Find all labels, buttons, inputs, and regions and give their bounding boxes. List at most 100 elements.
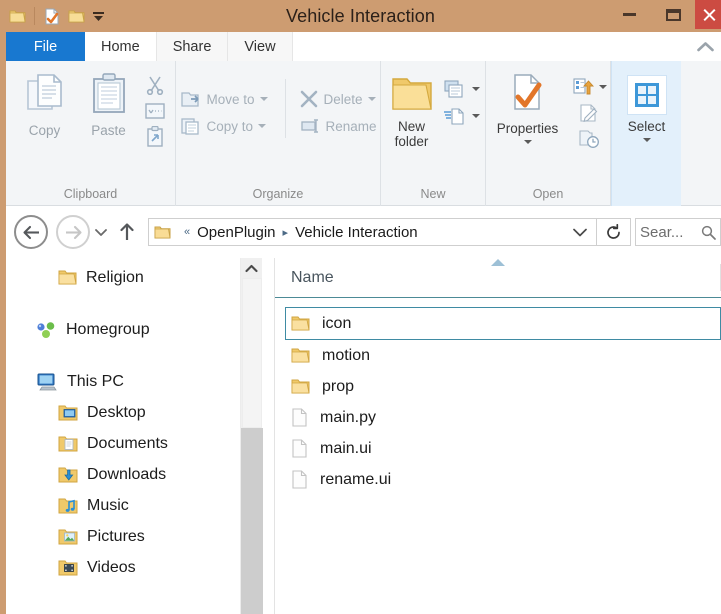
navigation-pane: Religion Homegroup This PC Desktop Docum… [6,258,240,614]
sidebar-item-downloads[interactable]: Downloads [6,459,240,490]
scrollbar-track[interactable] [241,428,263,614]
column-header-row: Name [275,258,721,298]
edit-button[interactable] [575,101,603,125]
properties-label: Properties [496,121,559,136]
paste-button[interactable]: Paste [77,67,141,138]
select-chevron-down-icon[interactable] [642,138,651,142]
scrollbar-up-arrow-icon[interactable] [241,258,262,278]
file-icon [291,470,308,489]
qat-customize-chevron-down-icon[interactable] [89,4,107,28]
ribbon-group-organize-title: Organize [252,187,304,201]
copy-to-button[interactable]: Copy to [177,114,285,138]
maximize-button[interactable] [651,0,695,29]
copy-button-label: Copy [28,123,61,138]
forward-button[interactable] [56,215,90,249]
table-row[interactable]: motion [275,340,721,371]
open-button[interactable] [569,75,610,99]
copy-path-button[interactable] [141,99,169,123]
tab-home[interactable]: Home [85,32,157,61]
delete-button[interactable]: Delete [296,87,380,111]
downloads-folder-icon [58,466,78,484]
cut-button[interactable] [142,73,168,97]
rename-button[interactable]: Rename [296,114,380,138]
refresh-button[interactable] [596,219,630,245]
search-input[interactable]: Sear... [635,218,721,246]
delete-chevron-down-icon[interactable] [367,97,376,101]
folder-icon [291,378,310,395]
sidebar-item-videos[interactable]: Videos [6,552,240,583]
sidebar-item-this-pc[interactable]: This PC [6,366,240,397]
sidebar-item-religion[interactable]: Religion [6,262,240,293]
table-row[interactable]: icon [285,307,721,340]
easy-access-chevron-down-icon[interactable] [471,114,480,118]
clipboard-small-commands [141,67,169,149]
sidebar-item-homegroup[interactable]: Homegroup [6,314,240,345]
sidebar-item-pictures-label: Pictures [87,527,145,545]
sidebar-item-documents[interactable]: Documents [6,428,240,459]
breadcrumb-overflow[interactable]: « [184,226,190,238]
table-row[interactable]: main.py [275,402,721,433]
collapse-ribbon-chevron-up-icon[interactable] [689,32,721,61]
tab-view[interactable]: View [228,32,293,61]
properties-button[interactable]: Properties [487,67,569,144]
column-header-name[interactable]: Name [275,269,334,287]
history-button[interactable] [575,127,603,151]
breadcrumb-item-vehicle-interaction[interactable]: Vehicle Interaction [295,224,418,241]
move-to-chevron-down-icon[interactable] [259,97,268,101]
new-item-button[interactable] [440,77,483,101]
breadcrumb[interactable]: « OpenPlugin ▸ Vehicle Interaction [148,218,631,246]
copy-to-label: Copy to [206,118,254,134]
file-explorer-window: Vehicle Interaction File Home Share View [0,0,721,614]
sidebar-item-desktop-label: Desktop [87,403,146,421]
navigation-pane-scrollbar[interactable] [240,258,263,614]
sidebar-item-music[interactable]: Music [6,490,240,521]
table-row[interactable]: prop [275,371,721,402]
ribbon-group-new-title: New [420,187,446,201]
qat-separator [34,7,35,25]
copy-to-chevron-down-icon[interactable] [258,124,267,128]
homegroup-icon [36,321,57,339]
tab-file[interactable]: File [6,32,85,61]
breadcrumb-separator-icon[interactable]: ▸ [283,226,289,239]
quick-access-toolbar [6,0,107,32]
ribbon-group-open: Properties Open [486,61,611,206]
ribbon: Copy Paste Clipboard Move to Copy to Del… [6,61,721,206]
pictures-folder-icon [58,528,78,546]
select-button[interactable]: Select [614,67,680,142]
sidebar-item-pictures[interactable]: Pictures [6,521,240,552]
easy-access-button[interactable] [440,104,483,128]
music-folder-icon [58,497,78,515]
table-row[interactable]: main.ui [275,433,721,464]
breadcrumb-folder-icon [154,225,171,240]
paste-shortcut-button[interactable] [142,125,168,149]
sidebar-item-downloads-label: Downloads [87,465,167,483]
search-icon[interactable] [701,225,716,240]
title-bar: Vehicle Interaction [0,0,721,32]
select-icon-box [626,75,667,115]
properties-icon[interactable] [41,4,63,28]
properties-chevron-down-icon[interactable] [523,140,532,144]
move-to-button[interactable]: Move to [177,87,285,111]
minimize-button[interactable] [607,0,651,29]
new-folder-button[interactable]: New folder [384,67,440,149]
search-placeholder: Sear... [640,223,684,241]
move-to-label: Move to [206,91,255,107]
table-row[interactable]: rename.ui [275,464,721,495]
new-item-chevron-down-icon[interactable] [471,87,480,91]
tab-share[interactable]: Share [156,32,229,61]
back-button[interactable] [14,215,48,249]
up-button[interactable] [114,217,140,247]
desktop-folder-icon [58,404,78,422]
breadcrumb-item-openplugin[interactable]: OpenPlugin [197,224,275,241]
new-folder-icon[interactable] [65,4,87,28]
recent-locations-chevron-down-icon[interactable] [90,217,112,247]
pane-splitter[interactable] [262,258,274,614]
address-bar: « OpenPlugin ▸ Vehicle Interaction Sear.… [6,206,721,258]
address-dropdown-chevron-down-icon[interactable] [564,228,596,237]
sidebar-item-desktop[interactable]: Desktop [6,397,240,428]
close-button[interactable] [695,0,721,29]
copy-button[interactable]: Copy [13,67,77,138]
system-menu-folder-icon[interactable] [6,4,28,28]
open-chevron-down-icon[interactable] [598,85,607,89]
scrollbar-thumb[interactable] [242,278,262,428]
